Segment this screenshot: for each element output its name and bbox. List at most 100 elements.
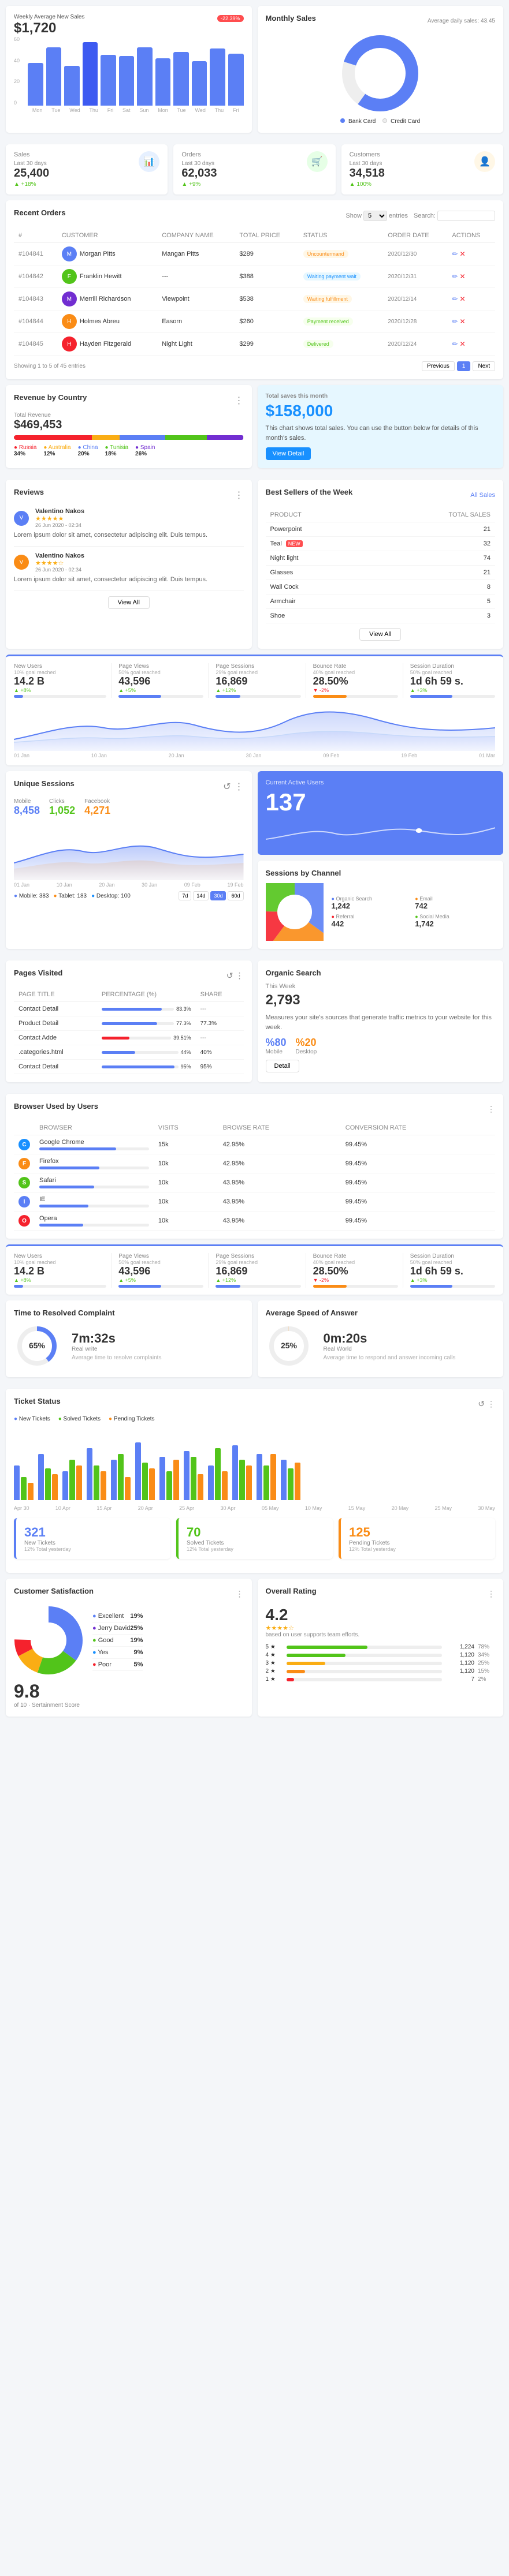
review-2-author: Valentino Nakos [35,552,84,559]
edit-btn[interactable]: ✏ [452,340,458,348]
edit-btn[interactable]: ✏ [452,295,458,303]
edit-btn[interactable]: ✏ [452,272,458,281]
an2-label-3: Page Sessions [216,1253,300,1259]
br-row-chrome: C Google Chrome 15k 42.95% 99.45% [14,1135,495,1154]
an2-val-2: 43,596 [118,1265,203,1277]
bs-sales-1: 21 [369,522,495,537]
an-label-2: Page Views [118,663,203,670]
revenue-bar [14,435,244,440]
delete-btn[interactable]: ✕ [460,295,466,303]
all-sales-link[interactable]: All Sales [470,492,495,499]
page-row-5: Contact Detail 95% 95% [14,1060,244,1074]
ticket-solved-val: 70 [187,1525,325,1540]
analytics-x-labels: 01 Jan10 Jan20 Jan30 Jan09 Feb19 Feb01 M… [14,753,495,758]
view-all-sellers-btn[interactable]: View All [359,628,401,641]
tbg-5 [111,1454,131,1500]
next-btn[interactable]: Next [473,361,495,371]
bs-row-shoe: Shoe 3 [266,609,496,623]
mobile-stat: %80 Mobile [266,1037,287,1055]
total-revenue-label: Total Revenue [14,412,244,418]
rating-4: 4 ★ 1,120 34% [266,1652,496,1658]
time-60d[interactable]: 60d [228,891,243,900]
review-1-date: 26 Jun 2020 - 02:34 [35,522,84,528]
page-1-btn[interactable]: 1 [457,361,471,371]
orders-table: # CUSTOMER COMPANY NAME TOTAL PRICE STAT… [14,229,495,356]
total-saves-card: Total saves this month $158,000 This cha… [258,385,504,468]
view-all-reviews-btn[interactable]: View All [108,596,150,609]
unique-sessions-card: Unique Sessions ↺ ⋮ Mobile 8,458 Clicks … [6,771,252,949]
total-saves-title: Total saves this month [266,393,496,399]
sessions-refresh[interactable]: ↺ [223,781,231,792]
an-val-5: 1d 6h 59 s. [410,675,495,687]
browser-menu[interactable]: ⋮ [487,1104,495,1114]
resolve-gauge-svg: 65% [14,1323,60,1369]
show-select[interactable]: 51025 [363,211,387,221]
donut-chart: Bank Card Credit Card [266,33,496,125]
detail-btn[interactable]: Detail [266,1060,299,1072]
pages-organic-section: Pages Visited ↺ ⋮ PAGE TITLE PERCENTAGE … [6,960,503,1088]
order-actions[interactable]: ✏ ✕ [447,243,495,266]
bs-sales-2: 32 [369,537,495,551]
total-revenue-value: $469,453 [14,418,244,432]
order-actions[interactable]: ✏ ✕ [447,288,495,311]
edit-btn[interactable]: ✏ [452,317,458,326]
r5-pct: 78% [478,1644,495,1650]
col-company: COMPANY NAME [157,229,235,243]
weekly-title: Weekly Average New Sales [14,14,84,20]
revenue-menu[interactable]: ⋮ [235,395,244,406]
cat-poor: ● Poor 5% [92,1659,143,1671]
an-sub-5: 50% goal reached [410,670,495,675]
r5-count: 1,224 [445,1644,474,1650]
br-icon-firefox: F [14,1154,35,1173]
br-rate-opera: 43.95% [218,1212,341,1231]
an-sub-4: 40% goal reached [313,670,398,675]
view-detail-btn[interactable]: View Detail [266,447,311,460]
br-name-safari: Safari [35,1173,154,1192]
pages-menu[interactable]: ⋮ [236,971,244,981]
delete-btn[interactable]: ✕ [460,317,466,326]
delete-btn[interactable]: ✕ [460,340,466,348]
reviews-card: Reviews ⋮ V Valentino Nakos ★★★★★ 26 Jun… [6,480,252,649]
br-conv-chrome: 99.45% [341,1135,495,1154]
tbg-10 [232,1445,252,1500]
an-change-1: ▲ +8% [14,687,106,693]
sessions-active-section: Unique Sessions ↺ ⋮ Mobile 8,458 Clicks … [6,771,503,955]
organic-search-card: Organic Search This Week 2,793 Measures … [258,960,504,1082]
satisfaction-donut-svg [14,1606,83,1675]
pages-refresh[interactable]: ↺ [226,971,233,981]
an2-new-users: New Users 10% goal reached 14.2 B ▲ +8% [14,1253,106,1288]
an2-label-2: Page Views [118,1253,203,1259]
time-30d[interactable]: 30d [210,891,226,900]
pie-chart-svg [266,883,324,941]
br-icon-ie: I [14,1192,35,1212]
prev-btn[interactable]: Previous [422,361,455,371]
country-russia: ● Russia34% [14,444,36,457]
dashboard: Weekly Average New Sales $1,720 -22.39% … [0,0,509,1728]
time-14d[interactable]: 14d [193,891,209,900]
order-actions[interactable]: ✏ ✕ [447,333,495,356]
edit-btn[interactable]: ✏ [452,250,458,258]
stat-orders-icon: 🛒 [307,151,328,172]
ticket-menu[interactable]: ⋮ [487,1399,495,1409]
an2-val-4: 28.50% [313,1265,398,1277]
review-2: V Valentino Nakos ★★★★☆ 26 Jun 2020 - 02… [14,552,244,591]
best-sellers-table: PRODUCT TOTAL SALES Powerpoint 21 Teal N… [266,508,496,623]
search-input[interactable] [437,211,495,221]
sessions-menu[interactable]: ⋮ [235,781,244,792]
satisfaction-menu[interactable]: ⋮ [236,1589,244,1599]
time-7d[interactable]: 7d [179,891,191,900]
an-label-3: Page Sessions [216,663,300,670]
an2-change-1: ▲ +8% [14,1277,106,1283]
order-id: #104841 [14,243,57,266]
overall-menu[interactable]: ⋮ [487,1589,495,1599]
order-actions[interactable]: ✏ ✕ [447,266,495,288]
stat-orders: Orders Last 30 days 62,033 ▲ +9% 🛒 [173,144,335,195]
delete-btn[interactable]: ✕ [460,272,466,281]
country-australia: ● Australia12% [43,444,70,457]
resolve-label: Real write [72,1346,161,1352]
reviews-menu[interactable]: ⋮ [235,489,244,501]
order-actions[interactable]: ✏ ✕ [447,311,495,333]
r4-count: 1,120 [445,1652,474,1658]
ticket-refresh[interactable]: ↺ [478,1399,485,1409]
delete-btn[interactable]: ✕ [460,250,466,258]
